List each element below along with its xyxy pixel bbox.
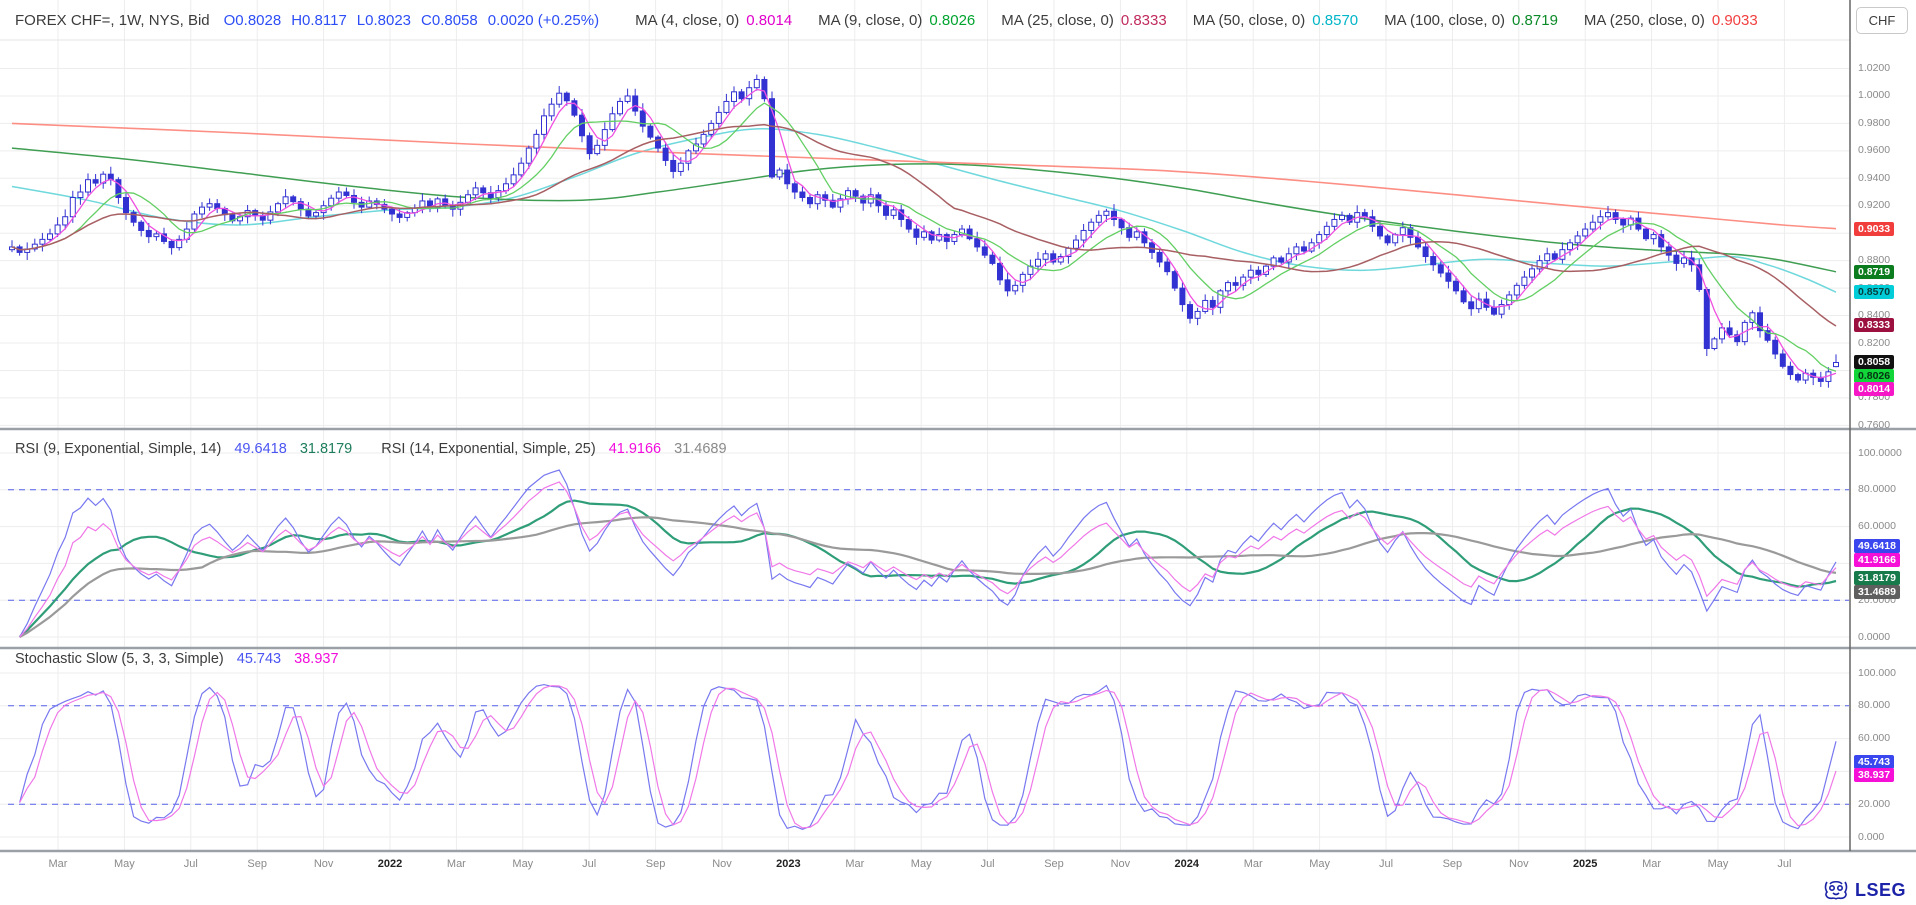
low-quote: L0.8023 xyxy=(357,12,411,29)
ma-legend-value: 0.8014 xyxy=(746,12,792,29)
x-axis-label: Mar xyxy=(1630,858,1674,870)
lseg-logo-icon xyxy=(1823,878,1849,902)
x-axis-label: May xyxy=(1696,858,1740,870)
x-axis-label: Nov xyxy=(700,858,744,870)
x-axis-label: Sep xyxy=(1032,858,1076,870)
rsi2-value: 41.9166 xyxy=(609,441,661,457)
axis-badge: 41.9166 xyxy=(1854,553,1900,567)
currency-chip[interactable]: CHF xyxy=(1856,7,1908,34)
axis-badge: 0.8058 xyxy=(1854,355,1894,369)
price-axis-label: 1.0000 xyxy=(1858,89,1890,101)
change-quote: 0.0020 (+0.25%) xyxy=(488,12,599,29)
high-quote: H0.8117 xyxy=(291,12,347,29)
axis-badge: 0.9033 xyxy=(1854,222,1894,236)
ma-legend-100[interactable]: MA (100, close, 0) 0.8719 xyxy=(1384,12,1558,29)
ma-legend-label: MA (4, close, 0) xyxy=(635,12,739,29)
x-axis-label: Nov xyxy=(1098,858,1142,870)
ma-legend-value: 0.8570 xyxy=(1312,12,1358,29)
axis-badge: 31.8179 xyxy=(1854,571,1900,585)
ma-legend-value: 0.8333 xyxy=(1121,12,1167,29)
x-axis-label: Jul xyxy=(169,858,213,870)
axis-badge: 0.8719 xyxy=(1854,265,1894,279)
x-axis-label: Jul xyxy=(1762,858,1806,870)
close-quote: C0.8058 xyxy=(421,12,478,29)
rsi-ma-value: 31.8179 xyxy=(300,441,352,457)
axis-badge: 49.6418 xyxy=(1854,539,1900,553)
chart-header: FOREX CHF=, 1W, NYS, Bid O0.8028 H0.8117… xyxy=(15,0,1758,40)
rsi-axis-label: 100.0000 xyxy=(1858,447,1902,459)
x-axis-label: May xyxy=(1298,858,1342,870)
ma-legend-label: MA (50, close, 0) xyxy=(1193,12,1306,29)
stochastic-axis-label: 100.000 xyxy=(1858,667,1896,679)
x-axis-label: Nov xyxy=(302,858,346,870)
rsi-title[interactable]: RSI (9, Exponential, Simple, 14) xyxy=(15,441,221,457)
x-axis-label: 2024 xyxy=(1165,858,1209,870)
axis-badge: 0.8014 xyxy=(1854,382,1894,396)
x-axis-label: Jul xyxy=(567,858,611,870)
lseg-logo-text: LSEG xyxy=(1855,880,1906,901)
chart-application: Mar May Jul Sep Nov 2022 Mar May Jul Sep Nov 2023 Ma… xyxy=(0,0,1916,905)
stochastic-title[interactable]: Stochastic Slow (5, 3, 3, Simple) xyxy=(15,651,224,667)
rsi-panel-header: RSI (9, Exponential, Simple, 14) 49.6418… xyxy=(15,441,736,457)
price-axis-label: 0.9600 xyxy=(1858,144,1890,156)
axis-badge: 38.937 xyxy=(1854,768,1894,782)
x-axis-label: Mar xyxy=(833,858,877,870)
stochastic-panel-header: Stochastic Slow (5, 3, 3, Simple) 45.743… xyxy=(15,651,348,667)
price-axis-label: 0.8200 xyxy=(1858,337,1890,349)
x-axis-label: May xyxy=(102,858,146,870)
ma-legend-label: MA (250, close, 0) xyxy=(1584,12,1705,29)
axis-badge: 0.8333 xyxy=(1854,318,1894,332)
lseg-logo[interactable]: LSEG xyxy=(1823,878,1906,902)
x-axis-label: 2023 xyxy=(766,858,810,870)
x-axis-label: Sep xyxy=(235,858,279,870)
symbol-title[interactable]: FOREX CHF=, 1W, NYS, Bid xyxy=(15,12,210,29)
ma-legend-250[interactable]: MA (250, close, 0) 0.9033 xyxy=(1584,12,1758,29)
axis-badge: 45.743 xyxy=(1854,755,1894,769)
x-axis-label: Mar xyxy=(36,858,80,870)
ma-legend-value: 0.8026 xyxy=(929,12,975,29)
ma-legend-50[interactable]: MA (50, close, 0) 0.8570 xyxy=(1193,12,1358,29)
axis-badge: 0.8570 xyxy=(1854,285,1894,299)
ma-legend-4[interactable]: MA (4, close, 0) 0.8014 xyxy=(635,12,792,29)
price-axis-label: 0.9800 xyxy=(1858,117,1890,129)
open-quote: O0.8028 xyxy=(224,12,282,29)
x-axis-label: Jul xyxy=(966,858,1010,870)
x-axis-label: Mar xyxy=(1231,858,1275,870)
axis-badge: 0.8026 xyxy=(1854,369,1894,383)
x-axis-label: Mar xyxy=(434,858,478,870)
ma-legend-9[interactable]: MA (9, close, 0) 0.8026 xyxy=(818,12,975,29)
x-axis-label: Nov xyxy=(1497,858,1541,870)
stochastic-axis-label: 0.000 xyxy=(1858,831,1884,843)
x-axis-label: May xyxy=(899,858,943,870)
stochastic-k-value: 45.743 xyxy=(237,651,281,667)
ma-legend-25[interactable]: MA (25, close, 0) 0.8333 xyxy=(1001,12,1166,29)
ma-legend-value: 0.9033 xyxy=(1712,12,1758,29)
x-axis-label: 2022 xyxy=(368,858,412,870)
stochastic-axis-label: 60.000 xyxy=(1858,732,1890,744)
x-axis-label: Sep xyxy=(1430,858,1474,870)
ma-legend-label: MA (9, close, 0) xyxy=(818,12,922,29)
rsi2-title[interactable]: RSI (14, Exponential, Simple, 25) xyxy=(381,441,595,457)
stochastic-axis-label: 80.000 xyxy=(1858,699,1890,711)
price-axis-label: 0.7600 xyxy=(1858,419,1890,431)
price-axis-label: 0.9200 xyxy=(1858,199,1890,211)
x-axis-label: May xyxy=(501,858,545,870)
rsi-axis-label: 0.0000 xyxy=(1858,631,1890,643)
rsi-axis-label: 80.0000 xyxy=(1858,483,1896,495)
stochastic-d-value: 38.937 xyxy=(294,651,338,667)
axis-badge: 31.4689 xyxy=(1854,585,1900,599)
price-axis-label: 0.9400 xyxy=(1858,172,1890,184)
x-axis-label: 2025 xyxy=(1563,858,1607,870)
rsi-axis-label: 60.0000 xyxy=(1858,520,1896,532)
ma-legend-label: MA (100, close, 0) xyxy=(1384,12,1505,29)
ma-legend-label: MA (25, close, 0) xyxy=(1001,12,1114,29)
x-axis-label: Sep xyxy=(634,858,678,870)
stochastic-axis-label: 20.000 xyxy=(1858,798,1890,810)
ma-legend-value: 0.8719 xyxy=(1512,12,1558,29)
rsi2-ma-value: 31.4689 xyxy=(674,441,726,457)
x-axis-label: Jul xyxy=(1364,858,1408,870)
rsi-value: 49.6418 xyxy=(234,441,286,457)
price-axis-label: 1.0200 xyxy=(1858,62,1890,74)
